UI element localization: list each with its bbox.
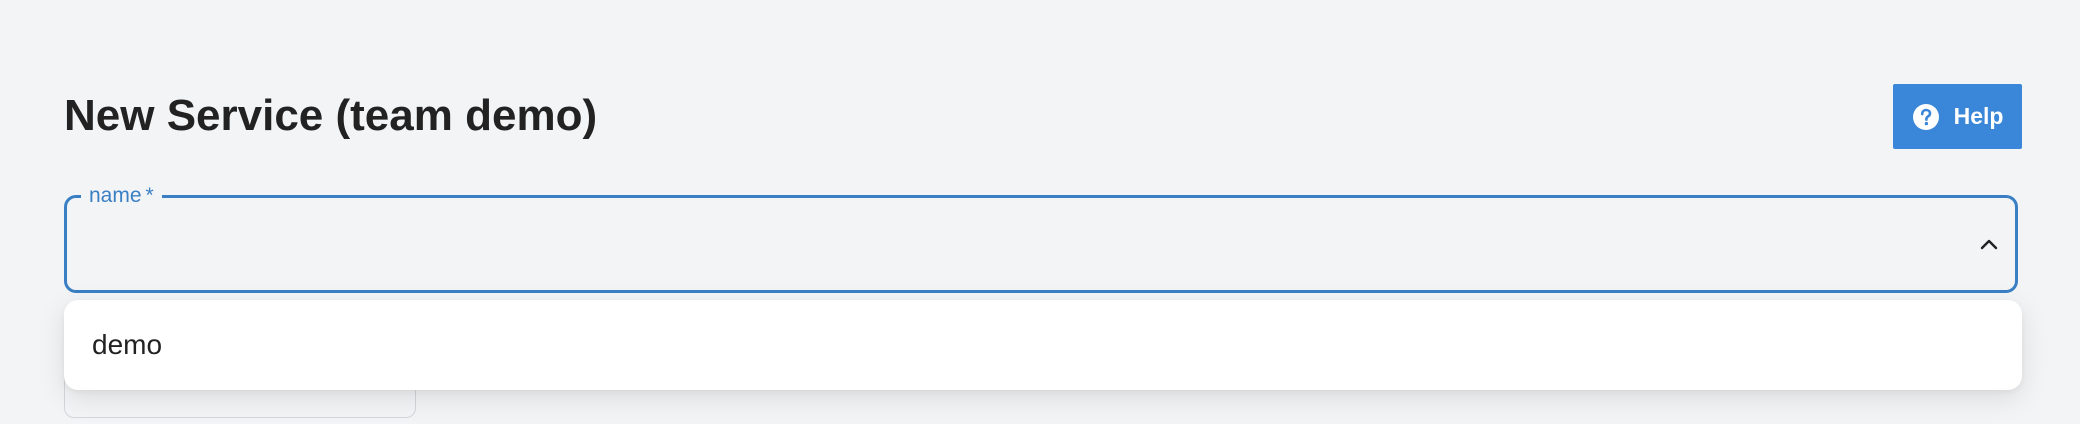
chevron-up-icon[interactable] bbox=[1975, 230, 2003, 258]
dropdown-option-demo[interactable]: demo bbox=[64, 300, 2022, 390]
name-field-label-text: name bbox=[89, 184, 142, 207]
page-title: New Service (team demo) bbox=[64, 91, 598, 140]
name-dropdown-menu: demo bbox=[64, 300, 2022, 390]
name-input[interactable] bbox=[87, 216, 1931, 274]
question-circle-icon bbox=[1912, 103, 1940, 131]
required-marker: * bbox=[145, 184, 154, 207]
name-select-field[interactable]: name * bbox=[64, 183, 2018, 293]
new-service-page: New Service (team demo) Help name * demo bbox=[0, 0, 2080, 424]
help-button-label: Help bbox=[1953, 103, 2004, 129]
help-button[interactable]: Help bbox=[1893, 84, 2022, 149]
name-field-label: name * bbox=[81, 183, 162, 209]
